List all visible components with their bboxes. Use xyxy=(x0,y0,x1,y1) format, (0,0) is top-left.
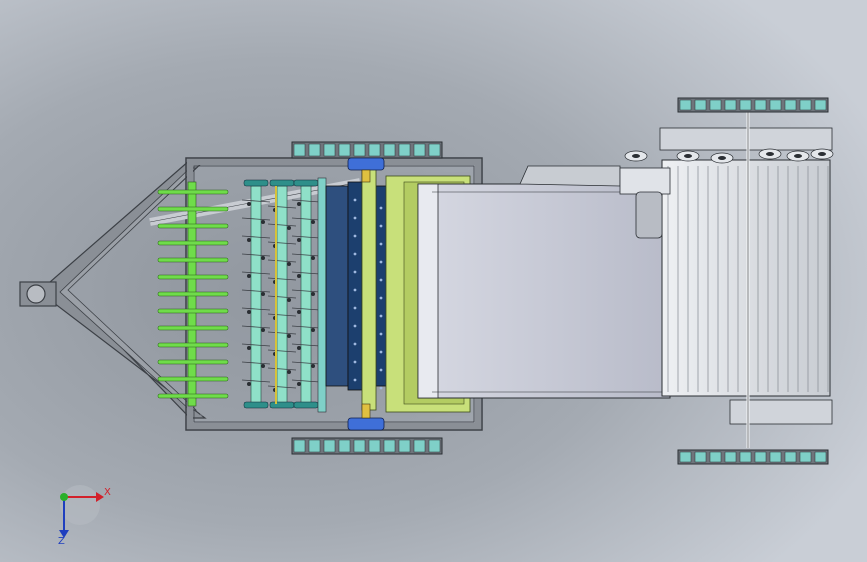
conveyor-belt xyxy=(417,183,671,399)
pickup-side-wheel-top xyxy=(291,141,443,159)
x-axis-label: X xyxy=(104,487,111,498)
machine-drawing: X Z xyxy=(0,0,867,562)
chain-drive xyxy=(317,177,327,413)
z-axis-label: Z xyxy=(58,536,65,547)
pickup-side-wheel-bottom xyxy=(291,437,443,455)
rotor-shafts xyxy=(241,179,321,409)
cad-viewport[interactable]: X Z xyxy=(0,0,867,562)
y-axis-dot xyxy=(60,493,68,501)
rear-wheel-bottom xyxy=(677,449,829,465)
rear-wheel-top xyxy=(677,97,829,113)
